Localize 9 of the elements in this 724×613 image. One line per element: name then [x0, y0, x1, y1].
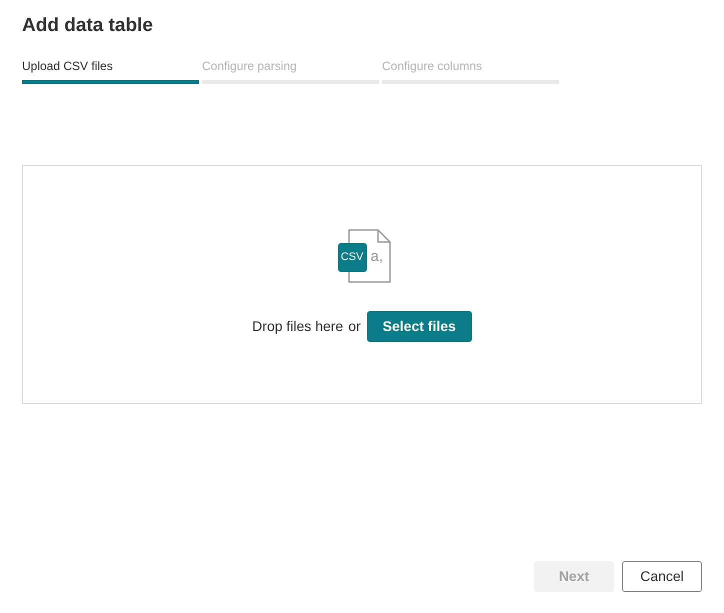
cancel-button[interactable]: Cancel: [622, 561, 702, 592]
document-sample-text: a,: [370, 247, 384, 267]
drop-zone[interactable]: CSV a, Drop files here or Select files: [22, 165, 702, 404]
csv-badge: CSV: [338, 243, 366, 272]
select-files-button[interactable]: Select files: [366, 311, 472, 342]
step-tab[interactable]: Upload CSV files: [22, 58, 113, 74]
separator-text: or: [348, 317, 361, 336]
drop-prompt: Drop files here: [252, 317, 344, 336]
dialog-title: Add data table: [22, 14, 153, 38]
